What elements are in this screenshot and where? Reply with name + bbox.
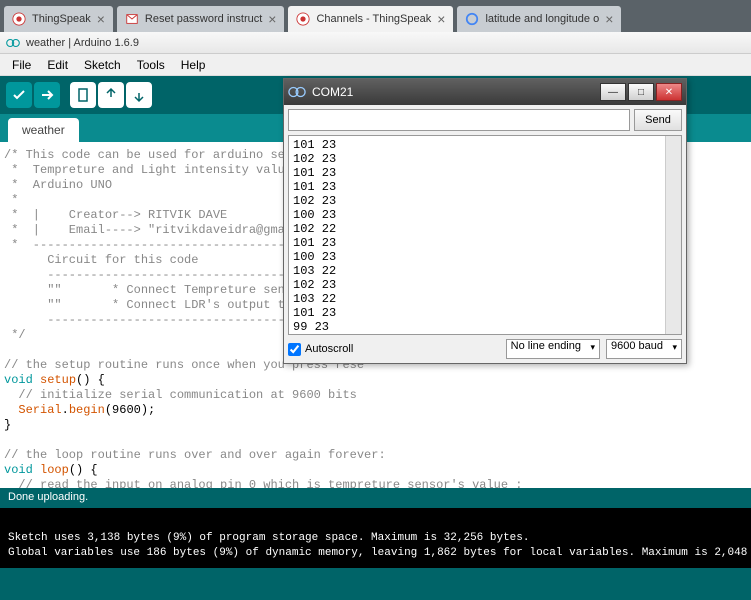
arduino-icon xyxy=(288,86,306,98)
save-button[interactable] xyxy=(126,82,152,108)
new-button[interactable] xyxy=(70,82,96,108)
close-icon[interactable]: × xyxy=(268,11,276,27)
menu-sketch[interactable]: Sketch xyxy=(76,58,129,72)
serial-monitor-window: COM21 — □ ✕ Send 101 23102 23101 23101 2… xyxy=(283,78,687,364)
mail-icon xyxy=(125,12,139,26)
editor-tab[interactable]: weather xyxy=(8,118,79,142)
menu-file[interactable]: File xyxy=(4,58,39,72)
arduino-icon xyxy=(6,38,20,48)
close-button[interactable]: ✕ xyxy=(656,83,682,101)
tab-label: Reset password instruct xyxy=(145,13,262,25)
scrollbar[interactable] xyxy=(665,136,681,334)
window-title: weather | Arduino 1.6.9 xyxy=(26,37,139,49)
browser-tab[interactable]: Channels - ThingSpeak × xyxy=(288,6,453,32)
thingspeak-icon xyxy=(296,12,310,26)
serial-output[interactable]: 101 23102 23101 23101 23102 23100 23102 … xyxy=(288,135,682,335)
browser-tab[interactable]: latitude and longitude o × xyxy=(457,6,621,32)
baud-dropdown[interactable]: 9600 baud xyxy=(606,339,682,359)
upload-button[interactable] xyxy=(34,82,60,108)
autoscroll-checkbox[interactable]: Autoscroll xyxy=(288,343,353,356)
menu-edit[interactable]: Edit xyxy=(39,58,76,72)
open-button[interactable] xyxy=(98,82,124,108)
console-output: Sketch uses 3,138 bytes (9%) of program … xyxy=(0,508,751,568)
menu-bar: File Edit Sketch Tools Help xyxy=(0,54,751,76)
tab-label: ThingSpeak xyxy=(32,13,91,25)
minimize-button[interactable]: — xyxy=(600,83,626,101)
autoscroll-label: Autoscroll xyxy=(305,343,353,355)
status-bar: Done uploading. xyxy=(0,488,751,508)
serial-input[interactable] xyxy=(288,109,630,131)
close-icon[interactable]: × xyxy=(437,11,445,27)
menu-tools[interactable]: Tools xyxy=(129,58,173,72)
close-icon[interactable]: × xyxy=(605,11,613,27)
serial-title-text: COM21 xyxy=(312,85,353,99)
bottom-bar xyxy=(0,568,751,600)
thingspeak-icon xyxy=(12,12,26,26)
maximize-button[interactable]: □ xyxy=(628,83,654,101)
tab-label: Channels - ThingSpeak xyxy=(316,13,431,25)
serial-titlebar[interactable]: COM21 — □ ✕ xyxy=(284,79,686,105)
close-icon[interactable]: × xyxy=(97,11,105,27)
browser-tab-strip: ThingSpeak × Reset password instruct × C… xyxy=(0,0,751,32)
google-icon xyxy=(465,12,479,26)
line-ending-dropdown[interactable]: No line ending xyxy=(506,339,600,359)
autoscroll-input[interactable] xyxy=(288,343,301,356)
menu-help[interactable]: Help xyxy=(173,58,214,72)
send-button[interactable]: Send xyxy=(634,109,682,131)
tab-label: latitude and longitude o xyxy=(485,13,599,25)
browser-tab[interactable]: Reset password instruct × xyxy=(117,6,285,32)
verify-button[interactable] xyxy=(6,82,32,108)
arduino-titlebar: weather | Arduino 1.6.9 xyxy=(0,32,751,54)
browser-tab[interactable]: ThingSpeak × xyxy=(4,6,113,32)
